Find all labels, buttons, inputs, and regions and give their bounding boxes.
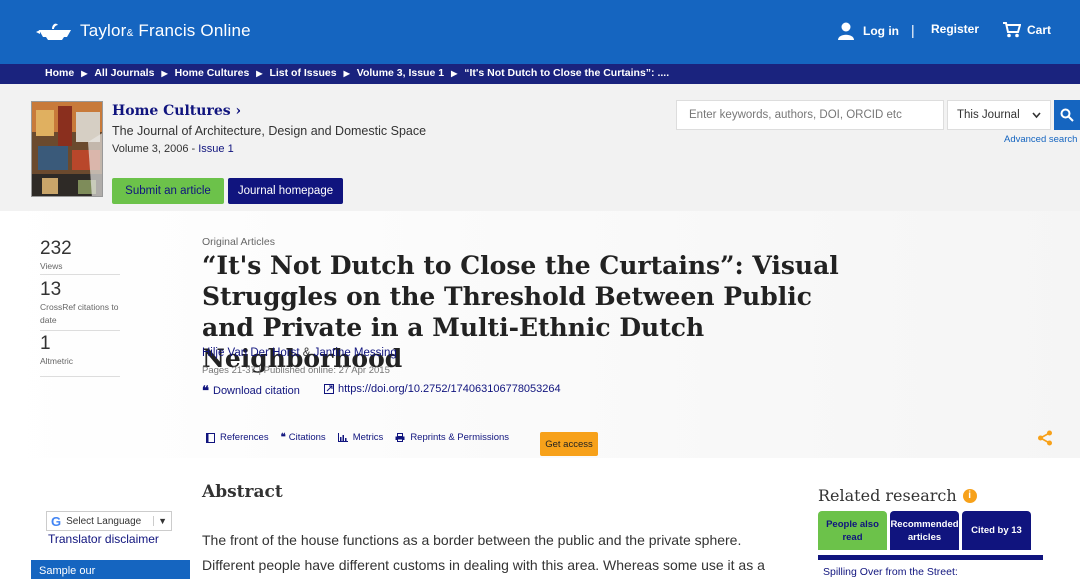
tab-recommended-articles[interactable]: Recommended articles	[890, 511, 959, 550]
journal-volume: Volume 3, 2006 - Issue 1	[112, 143, 234, 155]
advanced-search-link[interactable]: Advanced search	[1004, 134, 1077, 145]
cart-link[interactable]: Cart	[1003, 22, 1051, 38]
book-icon	[206, 432, 215, 443]
quote-icon: ❝	[280, 432, 286, 443]
quote-icon: ❝	[202, 383, 209, 398]
user-icon	[838, 22, 854, 40]
article-pages-published: Pages 21-37 | Published online: 27 Apr 2…	[202, 365, 390, 376]
sample-issue-banner[interactable]: Sample our	[31, 560, 190, 579]
metric-divider	[40, 330, 120, 331]
breadcrumb-arrow-icon: ▶	[343, 68, 350, 78]
breadcrumb-arrow-icon: ▶	[161, 68, 168, 78]
register-link[interactable]: Register	[931, 22, 979, 36]
get-access-button[interactable]: Get access	[540, 432, 598, 456]
article-authors: Hilje Van Der Horst & Jantine Messing	[202, 347, 397, 359]
chevron-down-icon	[1032, 112, 1041, 119]
related-article-link[interactable]: Spilling Over from the Street:	[823, 566, 958, 578]
journal-cover-picture	[32, 102, 102, 196]
metric-divider	[40, 274, 120, 275]
journal-title-link[interactable]: Home Cultures ›	[112, 103, 241, 119]
download-citation-label: Download citation	[213, 385, 300, 397]
breadcrumb-arrow-icon: ▶	[451, 68, 458, 78]
author-link[interactable]: Hilje Van Der Horst	[202, 347, 300, 359]
metric-divider	[40, 376, 120, 377]
views-metric: 232 Views	[40, 238, 120, 273]
crossref-metric[interactable]: 13 CrossRef citations to date	[40, 279, 120, 327]
related-tabs: People also read Recommended articles Ci…	[818, 511, 1034, 550]
references-tab[interactable]: References	[206, 432, 269, 443]
abstract-text: The front of the house functions as a bo…	[202, 532, 765, 573]
language-select[interactable]: G Select Language ▼	[46, 511, 172, 531]
translator-disclaimer-link[interactable]: Translator disclaimer	[48, 532, 159, 546]
breadcrumb-home-cultures[interactable]: Home Cultures	[175, 67, 250, 79]
breadcrumb-current-article: “It's Not Dutch to Close the Curtains”: …	[464, 67, 670, 79]
breadcrumb-home[interactable]: Home	[45, 67, 74, 79]
lamp-logo-icon	[36, 23, 71, 40]
metrics-label: Metrics	[352, 432, 384, 443]
search-scope-select[interactable]: This Journal	[947, 100, 1051, 130]
login-link[interactable]: Log in	[838, 22, 899, 40]
crossref-label: CrossRef citations to date	[40, 302, 119, 325]
abstract-heading: Abstract	[202, 482, 283, 502]
tab-people-also-read[interactable]: People also read	[818, 511, 887, 550]
search-input[interactable]: Enter keywords, authors, DOI, ORCID etc	[676, 100, 944, 130]
journal-homepage-button[interactable]: Journal homepage	[228, 178, 343, 204]
journal-cover-image[interactable]	[31, 101, 103, 197]
breadcrumb-list-of-issues[interactable]: List of Issues	[269, 67, 336, 79]
breadcrumb-arrow-icon: ▶	[256, 68, 263, 78]
crossref-count: 13	[40, 279, 62, 300]
printer-icon	[395, 433, 405, 442]
breadcrumb-bar: Home ▶ All Journals ▶ Home Cultures ▶ List …	[0, 64, 1080, 84]
journal-subtitle: The Journal of Architecture, Design and …	[112, 124, 427, 138]
breadcrumb: Home ▶ All Journals ▶ Home Cultures ▶ List …	[45, 67, 669, 79]
search-button[interactable]	[1054, 100, 1080, 130]
views-count: 232	[40, 238, 72, 259]
submit-article-button[interactable]: Submit an article	[112, 178, 224, 204]
altmetric-metric[interactable]: 1 Altmetric	[40, 333, 120, 368]
share-icon[interactable]	[1037, 430, 1053, 446]
top-header: Taylor& Francis Online Log in | Register…	[0, 0, 1080, 64]
account-separator: |	[911, 22, 915, 38]
taylor-francis-logo[interactable]: Taylor& Francis Online	[36, 17, 251, 45]
external-link-icon	[324, 384, 334, 394]
reprints-label: Reprints & Permissions	[410, 432, 510, 443]
author-link[interactable]: Jantine Messing	[314, 347, 397, 359]
related-research-heading: Related research i	[818, 486, 977, 505]
download-citation-link[interactable]: ❝ Download citation	[202, 383, 300, 399]
cart-icon	[1003, 22, 1021, 38]
citations-label: Citations	[288, 432, 326, 443]
breadcrumb-issue[interactable]: Volume 3, Issue 1	[357, 67, 444, 79]
language-select-label: Select Language	[66, 515, 142, 527]
cart-label: Cart	[1027, 23, 1052, 37]
related-research-label: Related research	[818, 486, 957, 505]
tab-cited-by[interactable]: Cited by 13	[962, 511, 1031, 550]
breadcrumb-arrow-icon: ▶	[81, 68, 88, 78]
bar-chart-icon	[337, 433, 348, 442]
doi-link[interactable]: https://doi.org/10.2752/1740631067780532…	[324, 383, 561, 395]
doi-label: https://doi.org/10.2752/1740631067780532…	[338, 383, 561, 395]
author-separator: &	[299, 347, 314, 359]
views-label: Views	[40, 261, 63, 271]
citations-tab[interactable]: ❝ Citations	[281, 432, 326, 443]
info-icon[interactable]: i	[962, 488, 977, 503]
metrics-tab[interactable]: Metrics	[337, 432, 384, 443]
brand-name: Taylor& Francis Online	[80, 21, 251, 40]
altmetric-count: 1	[40, 333, 51, 354]
altmetric-label: Altmetric	[40, 356, 74, 366]
issue-link[interactable]: Issue 1	[198, 143, 233, 155]
search-icon	[1060, 108, 1074, 122]
reprints-tab[interactable]: Reprints & Permissions	[395, 432, 509, 443]
article-category: Original Articles	[202, 236, 275, 248]
caret-down-icon: ▼	[153, 516, 171, 526]
article-tools: References ❝ Citations Metrics Reprints …	[206, 432, 521, 443]
breadcrumb-all-journals[interactable]: All Journals	[94, 67, 154, 79]
google-icon: G	[51, 513, 62, 529]
references-label: References	[220, 432, 269, 443]
search-scope-value: This Journal	[957, 109, 1020, 121]
chevron-right-icon: ›	[235, 103, 242, 119]
related-tabs-underline	[818, 555, 1043, 560]
register-label: Register	[931, 22, 980, 36]
login-label: Log in	[863, 24, 899, 38]
